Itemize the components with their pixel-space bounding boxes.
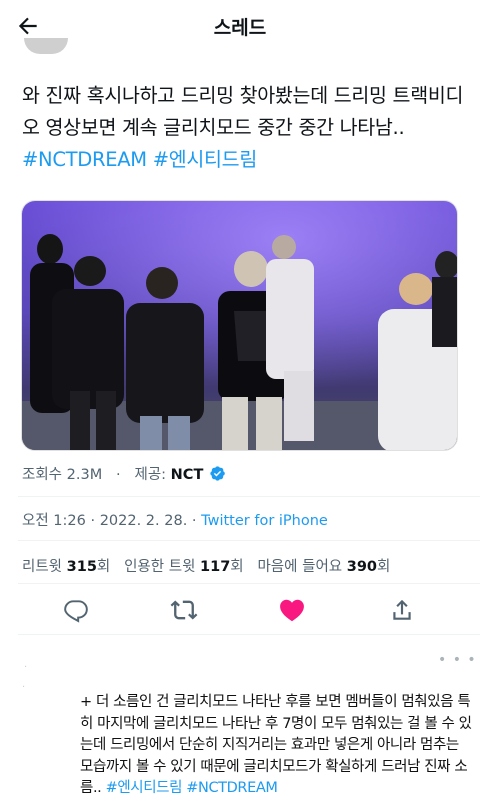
- divider: [18, 583, 480, 584]
- reply-button[interactable]: [60, 594, 92, 626]
- tweet-text: 와 진짜 혹시나하고 드리밍 찾아봤는데 드리밍 트랙비디오 영상보면 계속 글…: [22, 80, 467, 176]
- retweet-icon: [170, 600, 198, 620]
- quotes-value: 117: [200, 559, 231, 575]
- retweets-value: 315: [66, 559, 97, 575]
- hashtag-link[interactable]: #NCTDREAM: [22, 148, 147, 171]
- provider-name[interactable]: NCT: [171, 467, 204, 483]
- heart-filled-icon: [280, 599, 304, 622]
- separator: ·: [116, 467, 121, 483]
- hashtag-link[interactable]: #NCTDREAM: [186, 780, 278, 796]
- post-time[interactable]: 오전 1:26: [22, 513, 86, 529]
- video-frame-image: [22, 201, 457, 450]
- tweet-video-thumbnail[interactable]: [21, 200, 458, 451]
- views-label: 조회수: [22, 467, 63, 483]
- faint-marker: ·: [24, 662, 28, 673]
- quotes-unit: 회: [230, 559, 244, 575]
- share-icon: [393, 599, 411, 620]
- faint-marker: ·: [22, 682, 26, 693]
- tweet-body: 와 진짜 혹시나하고 드리밍 찾아봤는데 드리밍 트랙비디오 영상보면 계속 글…: [22, 84, 464, 139]
- hashtag-link[interactable]: #엔시티드림: [153, 148, 258, 171]
- action-bar: [0, 588, 480, 632]
- provided-by-label: 제공:: [134, 467, 167, 483]
- verified-badge-icon: [209, 465, 226, 486]
- like-button[interactable]: [276, 594, 308, 626]
- engagement-line: 리트윗 315회 인용한 트윗 117회 마음에 들어요 390회: [22, 555, 390, 576]
- source-link[interactable]: Twitter for iPhone: [201, 513, 328, 529]
- retweets-count-link[interactable]: 리트윗 315회: [22, 559, 110, 575]
- post-date[interactable]: 2022. 2. 28.: [100, 513, 188, 529]
- divider: [18, 496, 480, 497]
- top-bar: 스레드: [0, 0, 480, 52]
- retweets-label: 리트윗: [22, 559, 63, 575]
- reply-icon: [64, 600, 88, 623]
- hashtag-link[interactable]: #엔시티드림: [106, 780, 183, 796]
- quotes-count-link[interactable]: 인용한 트윗 117회: [124, 559, 244, 575]
- divider: [18, 540, 480, 541]
- more-options-icon[interactable]: • • •: [438, 652, 477, 668]
- likes-count-link[interactable]: 마음에 들어요 390회: [257, 559, 390, 575]
- reply-comment-text: + 더 소름인 건 글리치모드 나타난 후를 보면 멤버들이 멈춰있음 특히 마…: [80, 692, 472, 800]
- retweet-button[interactable]: [168, 594, 200, 626]
- quotes-label: 인용한 트윗: [124, 559, 196, 575]
- likes-label: 마음에 들어요: [257, 559, 343, 575]
- likes-unit: 회: [377, 559, 391, 575]
- views-line: 조회수 2.3M · 제공: NCT: [22, 463, 226, 486]
- views-value: 2.3M: [66, 467, 103, 483]
- timestamp-line: 오전 1:26 · 2022. 2. 28. · Twitter for iPh…: [22, 513, 328, 529]
- share-button[interactable]: [386, 594, 418, 626]
- divider: [18, 634, 480, 635]
- retweets-unit: 회: [96, 559, 111, 575]
- page-title: 스레드: [213, 17, 267, 39]
- likes-value: 390: [346, 559, 378, 575]
